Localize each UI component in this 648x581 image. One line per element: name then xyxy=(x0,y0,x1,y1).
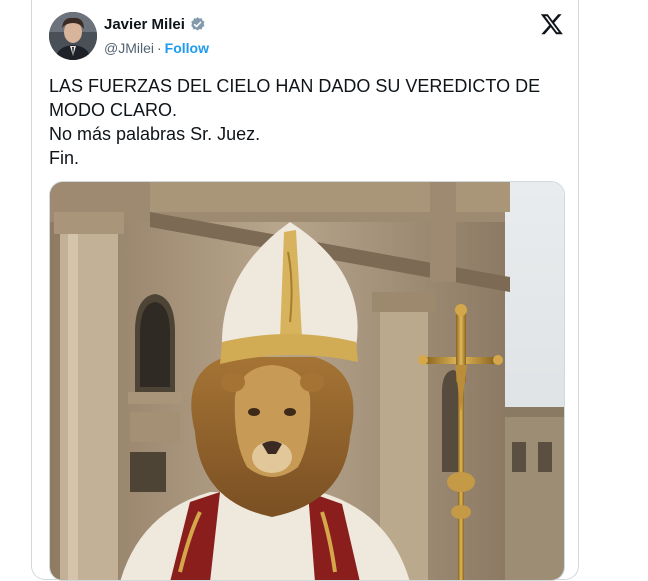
x-logo-icon[interactable] xyxy=(540,12,564,36)
tweet-text: LAS FUERZAS DEL CIELO HAN DADO SU VEREDI… xyxy=(49,74,559,170)
tweet-line: No más palabras Sr. Juez. xyxy=(49,124,261,144)
separator-dot: · xyxy=(157,40,162,56)
follow-button[interactable]: Follow xyxy=(165,40,209,56)
author-name-row: Javier Milei xyxy=(104,16,206,33)
tweet-line: MODO CLARO. xyxy=(49,100,178,120)
author-name[interactable]: Javier Milei xyxy=(104,16,185,33)
tweet-line: Fin. xyxy=(49,148,80,168)
tweet-card: Javier Milei @JMilei · Follow LAS FUERZA… xyxy=(31,0,579,581)
verified-badge-icon xyxy=(189,16,206,33)
author-handle-row: @JMilei · Follow xyxy=(104,40,209,56)
tweet-line: LAS FUERZAS DEL CIELO HAN DADO SU VEREDI… xyxy=(49,76,541,96)
tweet-media-image[interactable] xyxy=(49,181,565,581)
avatar[interactable] xyxy=(49,12,97,60)
author-handle[interactable]: @JMilei xyxy=(104,40,154,56)
